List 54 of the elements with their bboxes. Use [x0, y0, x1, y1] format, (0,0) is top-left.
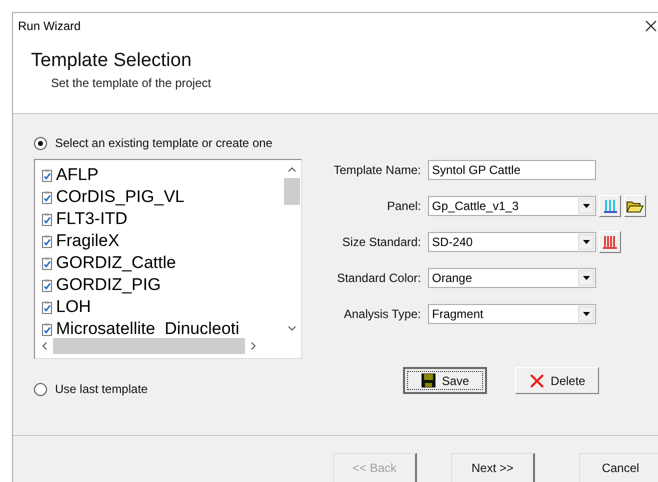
- size-standard-tool-button[interactable]: [599, 231, 621, 253]
- field-label: Panel:: [386, 199, 421, 213]
- template-item[interactable]: GORDIZ_Cattle: [42, 252, 176, 274]
- page-title: Template Selection: [31, 50, 193, 72]
- next-button[interactable]: Next >>: [451, 453, 535, 482]
- delete-icon: [528, 372, 545, 388]
- clipboard-check-icon: [42, 234, 52, 248]
- clipboard-check-icon: [42, 278, 52, 292]
- input-field[interactable]: Syntol GP Cattle: [428, 160, 596, 180]
- close-icon[interactable]: [645, 20, 657, 32]
- panel-tool-button[interactable]: [599, 195, 621, 217]
- field-label: Standard Color:: [336, 271, 421, 285]
- folder-icon: [626, 199, 644, 213]
- radio-option[interactable]: Select an existing template or create one: [34, 136, 272, 150]
- template-item[interactable]: FLT3-ITD: [42, 208, 128, 230]
- template-item[interactable]: AFLP: [42, 164, 99, 186]
- template-item[interactable]: COrDIS_PIG_VL: [42, 186, 184, 208]
- dropdown-arrow-icon: [582, 276, 590, 280]
- dropdown[interactable]: SD-240: [428, 232, 596, 252]
- clipboard-check-icon: [42, 190, 52, 204]
- dropdown[interactable]: Gp_Cattle_v1_3: [428, 196, 596, 216]
- clipboard-check-icon: [42, 322, 52, 336]
- scroll-down-icon[interactable]: [288, 326, 296, 331]
- field-label: Size Standard:: [341, 235, 421, 249]
- clipboard-check-icon: [42, 168, 52, 182]
- field-label: Analysis Type:: [342, 307, 421, 321]
- template-item[interactable]: GORDIZ_PIG: [42, 274, 161, 296]
- dropdown[interactable]: Orange: [428, 268, 596, 288]
- scroll-thumb[interactable]: [53, 338, 245, 354]
- clipboard-check-icon: [42, 256, 52, 270]
- window-title: Run Wizard: [18, 18, 81, 33]
- scroll-left-icon[interactable]: [42, 342, 47, 350]
- template-list[interactable]: AFLP COrDIS_PIG_VL FLT3-ITD FragileX GORDIZ_Cattle GORDIZ_PIG LOH Microsatellite_Dinucleoti: [34, 159, 302, 359]
- template-item[interactable]: LOH: [42, 296, 91, 318]
- scroll-right-icon[interactable]: [251, 342, 256, 350]
- page-subtitle: Set the template of the project: [51, 76, 212, 90]
- radio-option[interactable]: Use last template: [34, 382, 148, 396]
- dropdown[interactable]: Fragment: [428, 304, 596, 324]
- save-button[interactable]: Save: [403, 367, 487, 394]
- peaks-icon: [602, 198, 618, 214]
- folder-button[interactable]: [624, 195, 646, 217]
- field-label: Template Name:: [332, 163, 421, 177]
- dropdown-arrow-icon: [582, 240, 590, 244]
- peaks-icon: [602, 234, 618, 250]
- template-item[interactable]: Microsatellite_Dinucleoti: [42, 318, 240, 336]
- delete-button[interactable]: Delete: [515, 367, 599, 394]
- scroll-thumb[interactable]: [284, 178, 300, 205]
- dropdown-arrow-icon: [582, 312, 590, 316]
- clipboard-check-icon: [42, 212, 52, 226]
- cancel-button[interactable]: Cancel: [579, 453, 658, 482]
- template-item[interactable]: FragileX: [42, 230, 120, 252]
- scroll-up-icon[interactable]: [288, 167, 296, 172]
- clipboard-check-icon: [42, 300, 52, 314]
- dropdown-arrow-icon: [582, 204, 590, 208]
